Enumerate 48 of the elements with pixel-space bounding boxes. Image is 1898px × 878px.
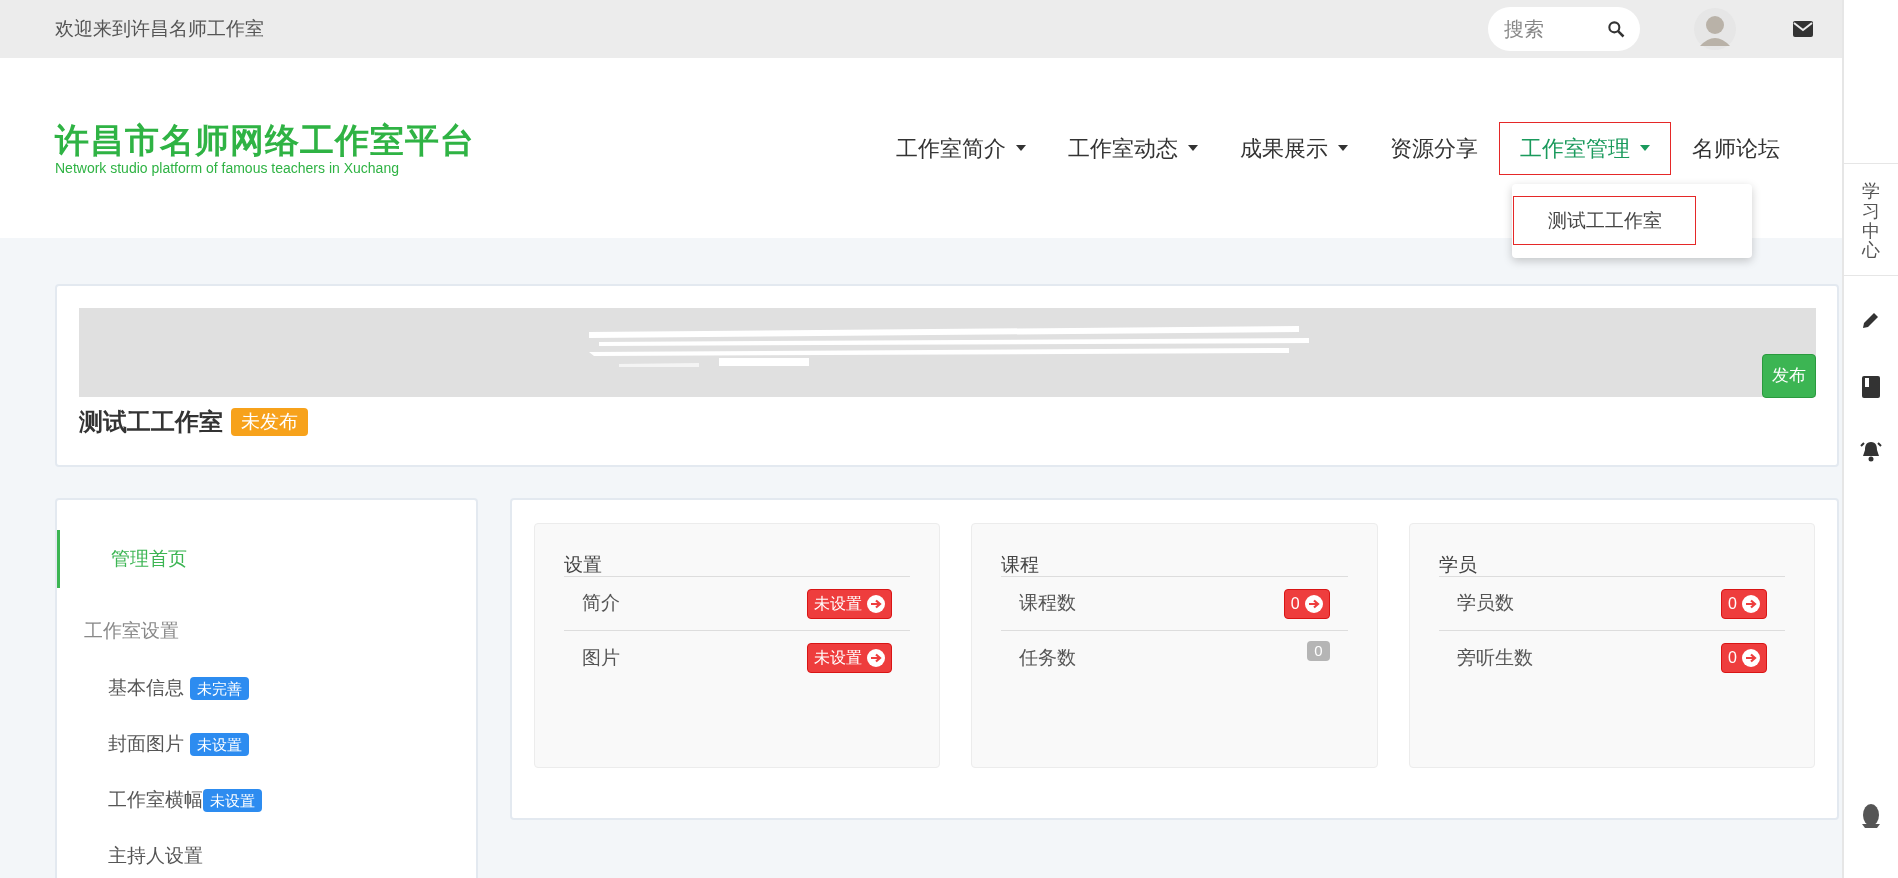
status-badge: 未设置 [190, 732, 249, 756]
stat-label: 旁听生数 [1456, 645, 1533, 670]
sidebar-item[interactable]: 封面图片 [108, 729, 184, 759]
learning-center-link[interactable]: 学习中心 [1862, 182, 1880, 262]
sidebar-item[interactable]: 工作室横幅 [108, 785, 203, 815]
stat-button[interactable]: 0 [1721, 643, 1767, 673]
penguin-icon[interactable] [1860, 802, 1882, 828]
stat-button[interactable]: 0 [1283, 588, 1330, 619]
stat-label: 简介 [582, 591, 620, 616]
nav-item[interactable]: 工作室简介 [875, 121, 1047, 175]
stat-label: 图片 [582, 645, 620, 670]
nav-item[interactable]: 工作室管理 [1499, 121, 1671, 175]
arrow-right-icon [1742, 649, 1760, 667]
search-field[interactable]: 搜索 [1488, 7, 1640, 51]
arrow-right-icon [867, 649, 886, 667]
dropdown-item[interactable]: 测试工工作室 [1513, 196, 1696, 245]
panel-title: 课程 [1001, 554, 1348, 577]
status-badge: 未设置 [203, 788, 262, 812]
search-icon[interactable] [1606, 19, 1626, 39]
status-badge: 未发布 [231, 408, 308, 436]
logo-subtitle: Network studio platform of famous teachers in Xuchang [55, 160, 400, 176]
stat-label: 学员数 [1456, 591, 1514, 616]
nav-item[interactable]: 资源分享 [1369, 121, 1499, 175]
mail-icon[interactable] [1793, 21, 1813, 37]
nav-item[interactable]: 工作室动态 [1047, 121, 1219, 175]
panel-title: 设置 [564, 554, 911, 577]
bell-icon[interactable] [1859, 440, 1883, 463]
welcome-text: 欢迎来到许昌名师工作室 [55, 16, 264, 41]
studio-title: 测试工工作室 [79, 407, 223, 437]
status-badge: 未完善 [190, 676, 249, 700]
arrow-right-icon [1742, 594, 1760, 613]
stat-label: 课程数 [1019, 591, 1077, 616]
arrow-right-icon [1304, 594, 1323, 613]
stat-button[interactable]: 未设置 [807, 588, 893, 619]
stat-button[interactable]: 0 [1721, 588, 1767, 619]
arrow-right-icon [867, 594, 886, 613]
sidebar-item[interactable]: 工作室设置 [57, 602, 476, 660]
stat-button[interactable]: 未设置 [807, 643, 893, 673]
pencil-icon[interactable] [1861, 310, 1881, 331]
sidebar-item[interactable]: 基本信息 [108, 673, 184, 703]
panel-title: 学员 [1438, 554, 1785, 577]
book-icon[interactable] [1862, 376, 1880, 399]
sidebar-item[interactable]: 主持人设置 [108, 841, 203, 871]
stat-label: 任务数 [1019, 645, 1077, 670]
nav-item[interactable]: 名师论坛 [1671, 121, 1801, 175]
logo-title: 许昌市名师网络工作室平台 [55, 120, 475, 160]
count-badge: 0 [1307, 641, 1330, 661]
nav-item[interactable]: 成果展示 [1219, 121, 1369, 175]
